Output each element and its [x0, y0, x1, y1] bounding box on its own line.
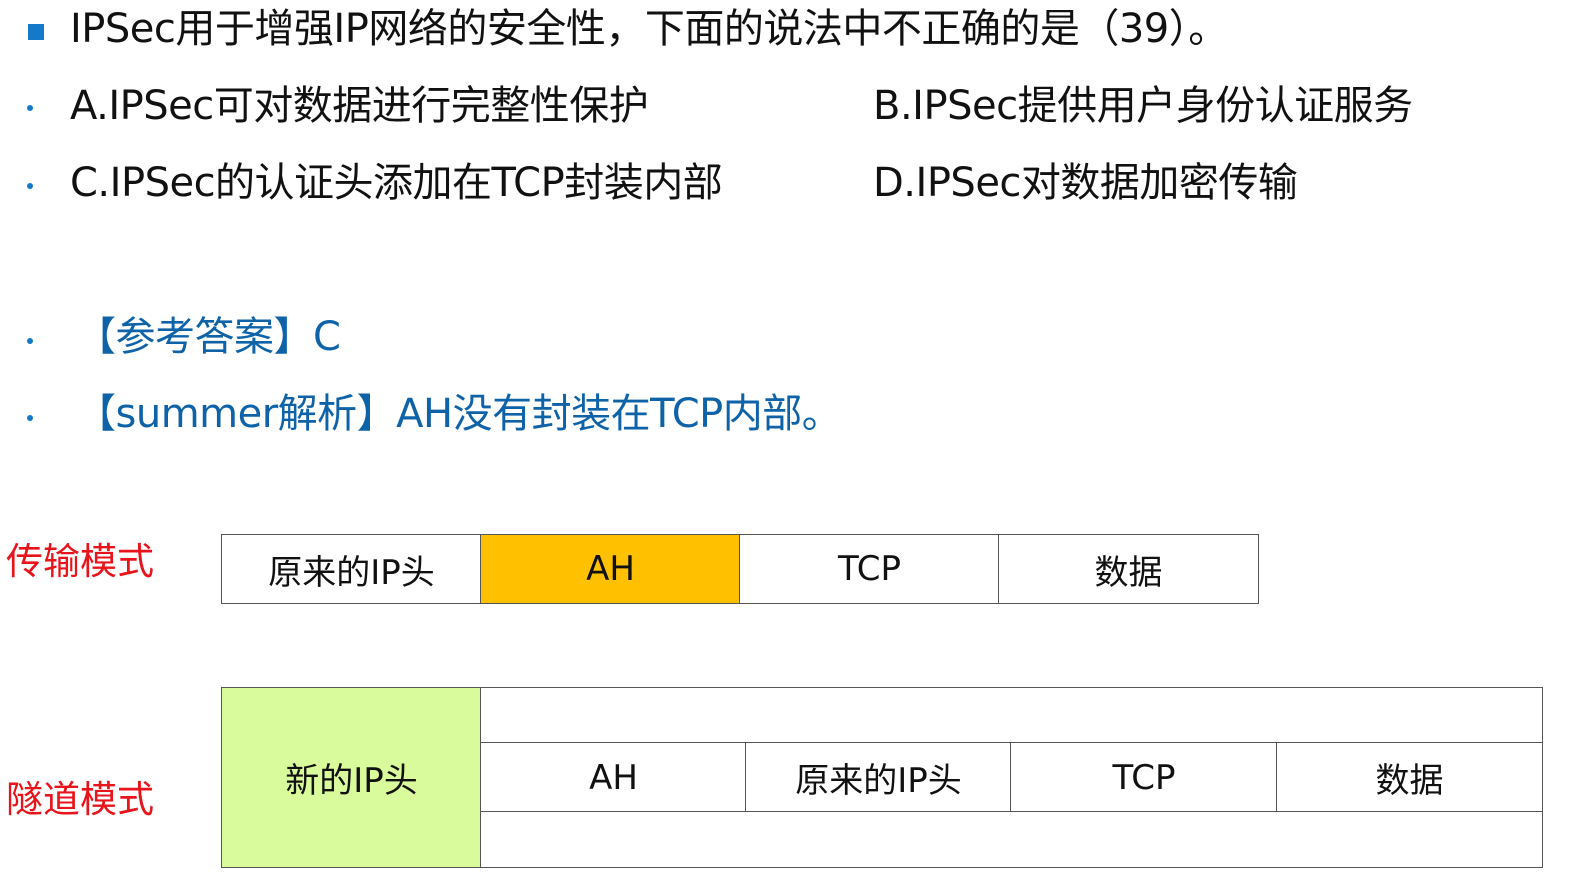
option-b: B.IPSec提供用户身份认证服务	[873, 83, 1413, 129]
tunnel-lower-band	[480, 811, 1543, 868]
option-bullet-icon	[27, 183, 33, 189]
tunnel-new-ip-header: 新的IP头	[221, 687, 482, 868]
answer-bullet-icon	[27, 338, 33, 344]
option-a: A.IPSec可对数据进行完整性保护	[70, 83, 649, 129]
option-bullet-icon	[27, 105, 33, 111]
question-stem: IPSec用于增强IP网络的安全性，下面的说法中不正确的是（39）。	[70, 6, 1228, 52]
option-c: C.IPSec的认证头添加在TCP封装内部	[70, 160, 723, 206]
transport-mode-label: 传输模式	[6, 540, 154, 583]
analysis-bullet-icon	[27, 415, 33, 421]
tunnel-data: 数据	[1276, 742, 1543, 813]
question-bullet-icon	[28, 24, 44, 40]
reference-answer: 【参考答案】C	[76, 314, 341, 360]
transport-original-ip-header: 原来的IP头	[221, 534, 482, 604]
tunnel-upper-band	[480, 687, 1543, 744]
tunnel-original-ip-header: 原来的IP头	[745, 742, 1012, 813]
transport-tcp: TCP	[739, 534, 1000, 604]
answer-analysis: 【summer解析】AH没有封装在TCP内部。	[76, 391, 842, 437]
transport-data: 数据	[998, 534, 1259, 604]
tunnel-mode-label: 隧道模式	[6, 778, 154, 821]
transport-ah-header: AH	[480, 534, 741, 604]
tunnel-ah-header: AH	[480, 742, 747, 813]
option-d: D.IPSec对数据加密传输	[873, 160, 1298, 206]
tunnel-tcp: TCP	[1010, 742, 1278, 813]
